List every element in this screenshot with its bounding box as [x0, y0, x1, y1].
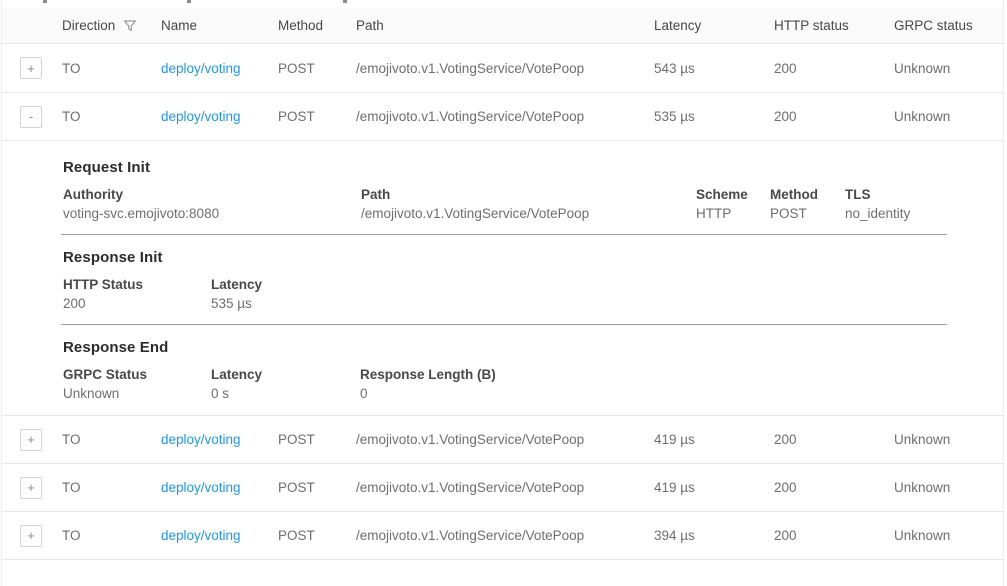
cell-latency: 394 µs	[654, 528, 774, 543]
field-http-status-value: 200	[63, 296, 211, 311]
field-path-label: Path	[361, 187, 696, 202]
field-authority-label: Authority	[63, 187, 361, 202]
request-init-fields: Authority voting-svc.emojivoto:8080 Path…	[63, 187, 942, 221]
expand-row-button[interactable]: +	[20, 477, 42, 499]
column-header-latency: Latency	[654, 18, 774, 33]
cell-name-link[interactable]: deploy/voting	[161, 61, 241, 76]
field-latency: Latency 535 µs	[211, 277, 942, 311]
cell-method: POST	[278, 432, 356, 447]
cell-grpc-status: Unknown	[894, 61, 1003, 76]
field-tls-label: TLS	[845, 187, 942, 202]
row-detail-panel: Request Init Authority voting-svc.emojiv…	[2, 141, 1003, 416]
cell-latency: 543 µs	[654, 61, 774, 76]
cell-path: /emojivoto.v1.VotingService/VotePoop	[356, 480, 654, 495]
cell-latency: 419 µs	[654, 480, 774, 495]
field-method: Method POST	[770, 187, 845, 221]
field-response-length-label: Response Length (B)	[360, 367, 942, 382]
column-header-direction: Direction	[62, 18, 161, 33]
table-header-row: Direction Name Method Path Latency HTTP …	[2, 8, 1003, 44]
cell-name-link[interactable]: deploy/voting	[161, 480, 241, 495]
field-authority-value: voting-svc.emojivoto:8080	[63, 206, 361, 221]
cell-method: POST	[278, 109, 356, 124]
cell-http-status: 200	[774, 432, 894, 447]
table-row: + TO deploy/voting POST /emojivoto.v1.Vo…	[2, 512, 1003, 560]
cell-path: /emojivoto.v1.VotingService/VotePoop	[356, 109, 654, 124]
cell-method: POST	[278, 480, 356, 495]
cropped-text-fragment	[343, 0, 347, 3]
cell-name-link[interactable]: deploy/voting	[161, 109, 241, 124]
cell-method: POST	[278, 528, 356, 543]
cell-direction: TO	[62, 109, 161, 124]
field-path-value: /emojivoto.v1.VotingService/VotePoop	[361, 206, 696, 221]
request-init-heading: Request Init	[63, 159, 942, 176]
field-http-status: HTTP Status 200	[63, 277, 211, 311]
field-grpc-status-value: Unknown	[63, 386, 211, 401]
field-latency: Latency 0 s	[211, 367, 360, 401]
expand-row-button[interactable]: +	[20, 525, 42, 547]
cell-latency: 419 µs	[654, 432, 774, 447]
field-latency-value: 0 s	[211, 386, 360, 401]
field-latency-label: Latency	[211, 367, 360, 382]
field-http-status-label: HTTP Status	[63, 277, 211, 292]
field-path: Path /emojivoto.v1.VotingService/VotePoo…	[361, 187, 696, 221]
field-method-value: POST	[770, 206, 845, 221]
field-scheme: Scheme HTTP	[696, 187, 770, 221]
collapse-row-button[interactable]: -	[20, 106, 42, 128]
field-authority: Authority voting-svc.emojivoto:8080	[63, 187, 361, 221]
cropped-text-fragment	[187, 0, 191, 3]
cell-grpc-status: Unknown	[894, 528, 1003, 543]
column-header-path: Path	[356, 18, 654, 33]
cell-name-link[interactable]: deploy/voting	[161, 528, 241, 543]
table-row: + TO deploy/voting POST /emojivoto.v1.Vo…	[2, 416, 1003, 464]
response-init-fields: HTTP Status 200 Latency 535 µs	[63, 277, 942, 311]
field-scheme-label: Scheme	[696, 187, 770, 202]
field-latency-value: 535 µs	[211, 296, 942, 311]
cell-direction: TO	[62, 480, 161, 495]
cell-http-status: 200	[774, 61, 894, 76]
cell-grpc-status: Unknown	[894, 432, 1003, 447]
cropped-toolbar-strip	[2, 0, 1003, 8]
field-grpc-status-label: GRPC Status	[63, 367, 211, 382]
cell-latency: 535 µs	[654, 109, 774, 124]
cell-direction: TO	[62, 432, 161, 447]
cell-direction: TO	[62, 61, 161, 76]
field-response-length-value: 0	[360, 386, 942, 401]
response-end-fields: GRPC Status Unknown Latency 0 s Response…	[63, 367, 942, 401]
section-divider	[61, 234, 947, 235]
cell-path: /emojivoto.v1.VotingService/VotePoop	[356, 432, 654, 447]
field-tls: TLS no_identity	[845, 187, 942, 221]
field-method-label: Method	[770, 187, 845, 202]
cell-grpc-status: Unknown	[894, 109, 1003, 124]
column-header-name: Name	[161, 18, 278, 33]
field-latency-label: Latency	[211, 277, 942, 292]
cell-direction: TO	[62, 528, 161, 543]
field-scheme-value: HTTP	[696, 206, 770, 221]
cell-http-status: 200	[774, 480, 894, 495]
column-header-http-status: HTTP status	[774, 18, 894, 33]
cell-path: /emojivoto.v1.VotingService/VotePoop	[356, 61, 654, 76]
table-row: + TO deploy/voting POST /emojivoto.v1.Vo…	[2, 44, 1003, 93]
cell-method: POST	[278, 61, 356, 76]
field-tls-value: no_identity	[845, 206, 942, 221]
table-row: + TO deploy/voting POST /emojivoto.v1.Vo…	[2, 464, 1003, 512]
tap-table-card: Direction Name Method Path Latency HTTP …	[1, 0, 1004, 586]
field-grpc-status: GRPC Status Unknown	[63, 367, 211, 401]
cell-grpc-status: Unknown	[894, 480, 1003, 495]
expand-row-button[interactable]: +	[20, 57, 42, 79]
cell-path: /emojivoto.v1.VotingService/VotePoop	[356, 528, 654, 543]
expand-row-button[interactable]: +	[20, 429, 42, 451]
response-init-heading: Response Init	[63, 249, 942, 266]
cell-http-status: 200	[774, 528, 894, 543]
column-header-method: Method	[278, 18, 356, 33]
field-response-length: Response Length (B) 0	[360, 367, 942, 401]
cell-name-link[interactable]: deploy/voting	[161, 432, 241, 447]
filter-funnel-icon[interactable]	[123, 19, 137, 33]
column-header-grpc-status: GRPC status	[894, 18, 1003, 33]
cell-http-status: 200	[774, 109, 894, 124]
section-divider	[61, 324, 947, 325]
cropped-text-fragment	[43, 0, 47, 3]
column-header-direction-label: Direction	[62, 18, 115, 33]
table-row-expanded: - TO deploy/voting POST /emojivoto.v1.Vo…	[2, 93, 1003, 141]
response-end-heading: Response End	[63, 339, 942, 356]
